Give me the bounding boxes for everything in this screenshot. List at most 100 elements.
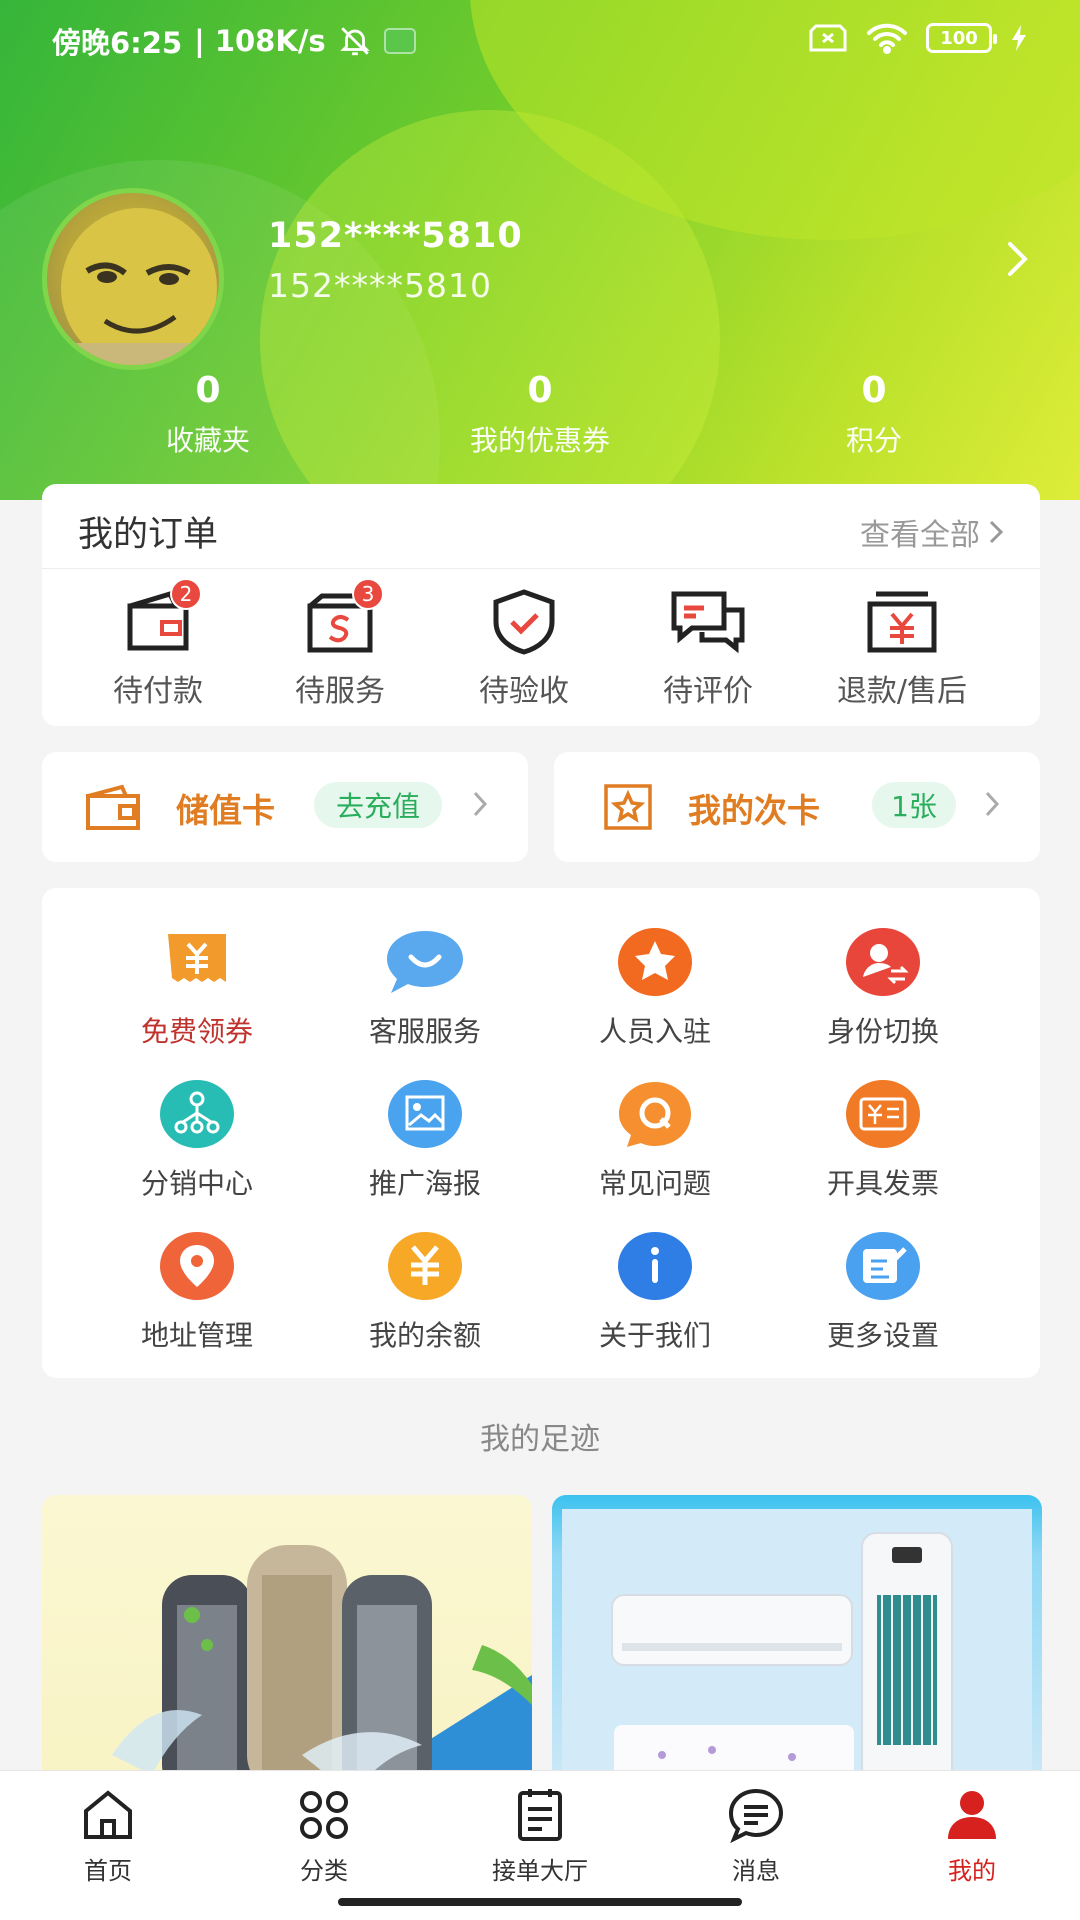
order-pending-acceptance[interactable]: 待验收 — [434, 588, 614, 710]
times-card[interactable]: 我的次卡 1张 — [554, 752, 1040, 862]
battery-icon: 100 — [926, 23, 997, 53]
wallet-icon — [86, 784, 140, 830]
battery-level: 100 — [940, 27, 978, 49]
yuan-icon — [388, 1232, 462, 1300]
service-label: 更多设置 — [826, 1319, 939, 1352]
profile-icon — [948, 1791, 996, 1839]
service-faq[interactable]: 常见问题 — [540, 1076, 770, 1202]
stat-points[interactable]: 0 积分 — [744, 370, 1004, 459]
user-phone: 152****5810 — [268, 266, 492, 305]
edit-icon — [846, 1232, 920, 1300]
tab-category[interactable]: 分类 — [224, 1785, 424, 1886]
service-more-settings[interactable]: 更多设置 — [768, 1228, 998, 1354]
tab-messages[interactable]: 消息 — [656, 1785, 856, 1886]
stat-label: 我的优惠券 — [469, 424, 610, 457]
service-address[interactable]: 地址管理 — [82, 1228, 312, 1354]
view-all-orders-link[interactable]: 查看全部 — [860, 510, 1004, 554]
status-network-speed: | 108K/s — [194, 24, 326, 58]
service-balance[interactable]: 我的余额 — [310, 1228, 540, 1354]
star-icon — [618, 928, 692, 996]
service-label: 身份切换 — [826, 1015, 939, 1048]
service-identity-switch[interactable]: 身份切换 — [768, 924, 998, 1050]
message-icon — [728, 1788, 784, 1844]
footprint-product-card[interactable] — [42, 1495, 532, 1795]
user-switch-icon — [846, 928, 920, 996]
stat-value: 0 — [527, 370, 553, 411]
bell-muted-icon — [339, 27, 370, 56]
app-notification-icon — [383, 28, 416, 54]
view-all-label: 查看全部 — [860, 518, 980, 553]
service-promo-poster[interactable]: 推广海报 — [310, 1076, 540, 1202]
service-label: 人员入驻 — [598, 1015, 711, 1048]
service-label: 我的余额 — [368, 1319, 481, 1352]
service-label: 分销中心 — [140, 1167, 253, 1200]
order-pending-payment[interactable]: 2 待付款 — [68, 578, 248, 710]
tab-label: 首页 — [84, 1857, 132, 1885]
tab-order-hall[interactable]: 接单大厅 — [440, 1785, 640, 1886]
comment-icon — [671, 591, 745, 654]
service-label: 开具发票 — [826, 1167, 939, 1200]
order-pending-review[interactable]: 待评价 — [618, 588, 798, 710]
invoice-icon — [846, 1080, 920, 1148]
order-label: 待服务 — [295, 674, 385, 709]
footprint-title: 我的足迹 — [480, 1422, 600, 1457]
order-hall-icon — [518, 1789, 562, 1841]
order-label: 待验收 — [479, 674, 569, 709]
category-icon — [300, 1791, 348, 1839]
user-name[interactable]: 152****5810 — [268, 216, 523, 256]
recharge-button[interactable]: 去充值 — [314, 782, 442, 828]
divider — [42, 568, 1040, 569]
orders-title: 我的订单 — [78, 515, 219, 555]
chevron-right-icon — [473, 791, 488, 817]
status-bar: 傍晚6:25 | 108K/s 100 — [0, 0, 1080, 80]
home-indicator[interactable] — [338, 1898, 742, 1906]
tab-label: 分类 — [300, 1857, 348, 1885]
stored-value-card[interactable]: 储值卡 去充值 — [42, 752, 528, 862]
service-label: 常见问题 — [598, 1167, 711, 1200]
order-refund[interactable]: 退款/售后 — [802, 588, 1002, 710]
stat-value: 0 — [195, 370, 221, 411]
tab-profile[interactable]: 我的 — [872, 1785, 1072, 1886]
location-icon — [160, 1232, 234, 1300]
service-customer-support[interactable]: 客服服务 — [310, 924, 540, 1050]
product-image — [112, 1545, 532, 1795]
order-pending-service[interactable]: 3 待服务 — [250, 578, 430, 710]
service-free-coupon[interactable]: 免费领券 — [82, 924, 312, 1050]
footprint-product-card[interactable] — [552, 1495, 1042, 1795]
service-label: 免费领券 — [140, 1015, 253, 1048]
stat-label: 积分 — [845, 424, 902, 457]
badge-count: 3 — [352, 578, 384, 610]
network-icon — [160, 1080, 234, 1148]
stat-label: 收藏夹 — [165, 424, 250, 457]
times-card-label: 我的次卡 — [688, 791, 820, 830]
avatar[interactable] — [42, 188, 224, 370]
tab-label: 接单大厅 — [492, 1857, 588, 1885]
stored-card-label: 储值卡 — [176, 791, 275, 830]
question-icon — [619, 1082, 691, 1147]
service-about-us[interactable]: 关于我们 — [540, 1228, 770, 1354]
stat-value: 0 — [861, 370, 887, 411]
orders-card: 我的订单 查看全部 2 待付款 3 待服务 待验收 待评价 退款/售后 — [42, 484, 1040, 726]
chevron-right-icon — [989, 520, 1004, 544]
tab-home[interactable]: 首页 — [8, 1785, 208, 1886]
refund-icon — [867, 591, 937, 653]
tab-label: 消息 — [732, 1857, 780, 1885]
service-label: 关于我们 — [598, 1319, 711, 1352]
service-staff-join[interactable]: 人员入驻 — [540, 924, 770, 1050]
chevron-right-icon — [985, 791, 1000, 817]
order-label: 待评价 — [663, 674, 753, 709]
tab-label: 我的 — [948, 1857, 996, 1885]
stat-coupons[interactable]: 0 我的优惠券 — [410, 370, 670, 459]
chat-icon — [387, 931, 463, 993]
service-distribution-center[interactable]: 分销中心 — [82, 1076, 312, 1202]
home-icon — [84, 1790, 132, 1839]
stat-favorites[interactable]: 0 收藏夹 — [78, 370, 338, 459]
coupon-icon — [168, 934, 226, 982]
star-card-icon — [604, 784, 652, 830]
profile-arrow-icon[interactable] — [1006, 240, 1030, 282]
order-label: 退款/售后 — [836, 674, 968, 709]
service-invoice[interactable]: 开具发票 — [768, 1076, 998, 1202]
badge-count: 2 — [170, 578, 202, 610]
times-card-count: 1张 — [872, 782, 956, 828]
services-grid: 免费领券 客服服务 人员入驻 身份切换 分销中心 推广海报 常见问题 开具发票 … — [42, 888, 1040, 1378]
